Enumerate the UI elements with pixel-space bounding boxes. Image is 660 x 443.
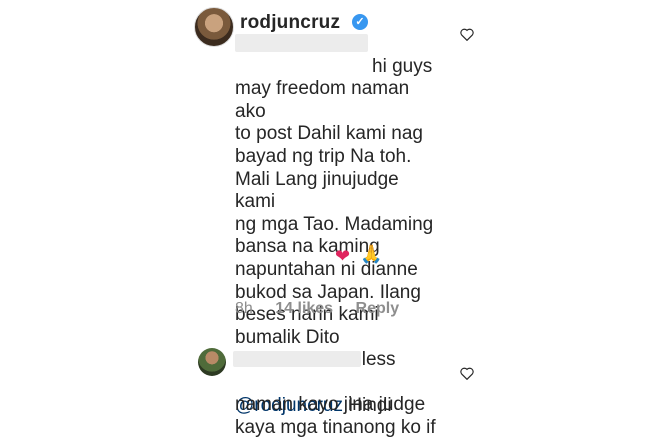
comment-likes[interactable]: 14 likes [275,300,333,317]
comment-text-continued: naman kayo jina judge kaya mga tinanong … [235,394,436,438]
comment-text: hi guys may freedom naman ako to post Da… [235,55,434,371]
verified-badge-icon: ✓ [352,14,368,30]
comment-meta: 8h 14 likes Reply [235,300,417,318]
avatar[interactable] [198,348,226,376]
comment-1: rodjuncruz ✓ hi guys may freedom naman a… [0,0,660,370]
emoji-heart-icon: ❤ [335,246,351,266]
reply-button[interactable]: Reply [356,300,400,317]
like-heart-icon[interactable] [460,367,474,380]
like-heart-icon[interactable] [460,28,474,41]
redacted-username [233,351,361,367]
comment-2: @rodjuncruz Hindi naman kayo jina judge … [0,340,660,443]
comment-time: 8h [235,300,253,317]
avatar[interactable] [194,7,234,47]
emoji-pray-icon: 🙏 [360,244,383,264]
comment-username[interactable]: rodjuncruz [240,12,340,34]
